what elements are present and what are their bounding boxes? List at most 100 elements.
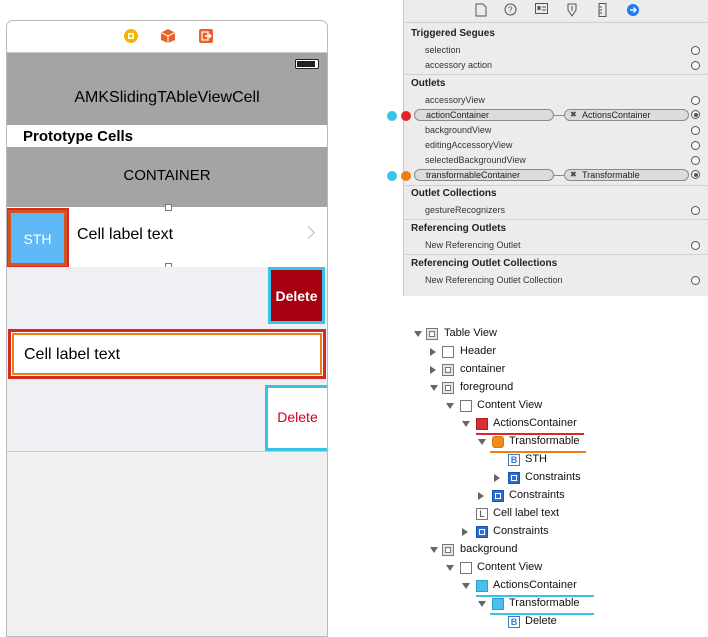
outlet-actioncontainer-connector[interactable] bbox=[691, 110, 700, 119]
table-view-icon bbox=[426, 328, 438, 340]
outlets-title: Outlets bbox=[411, 78, 446, 89]
outline-label: STH bbox=[525, 453, 547, 465]
gesturerecognizers-connector[interactable] bbox=[691, 206, 700, 215]
disclosure-open-icon[interactable] bbox=[478, 439, 486, 445]
segue-selection: selection bbox=[425, 45, 461, 55]
delete-button-red[interactable]: Delete bbox=[268, 267, 325, 324]
table-cell-icon bbox=[442, 364, 454, 376]
divider-2 bbox=[404, 185, 708, 186]
button-icon: B bbox=[508, 616, 520, 628]
red-marker bbox=[401, 111, 411, 121]
triggered-segues-title: Triggered Segues bbox=[411, 28, 495, 39]
transformable-icon bbox=[492, 436, 504, 448]
outline-label: Constraints bbox=[493, 525, 549, 537]
prototype-cells-header: Prototype Cells bbox=[7, 125, 327, 147]
new-referencing-outlet-connector[interactable] bbox=[691, 241, 700, 250]
constraints-icon bbox=[476, 526, 488, 538]
disclosure-closed-icon[interactable] bbox=[462, 528, 468, 536]
disclosure-open-icon[interactable] bbox=[478, 601, 486, 607]
disclosure-open-icon[interactable] bbox=[462, 421, 470, 427]
delete-label: Delete bbox=[275, 288, 318, 304]
exit-icon[interactable] bbox=[198, 28, 214, 44]
new-referencing-outlet-collection-connector[interactable] bbox=[691, 276, 700, 285]
outlet-gesturerecognizers: gestureRecognizers bbox=[425, 205, 506, 215]
storyboard-scene[interactable]: AMKSlidingTAbleViewCell Prototype Cells … bbox=[6, 20, 328, 637]
outlet-collections-title: Outlet Collections bbox=[411, 188, 497, 199]
button-icon: B bbox=[508, 454, 520, 466]
disclosure-open-icon[interactable] bbox=[430, 385, 438, 391]
outlet-transformablecontainer[interactable]: transformableContainer bbox=[414, 169, 554, 181]
disclosure-closed-icon[interactable] bbox=[430, 348, 436, 356]
segue-selection-connector[interactable] bbox=[691, 46, 700, 55]
outline-label: ActionsContainer bbox=[493, 417, 577, 429]
actions-container-icon bbox=[476, 418, 488, 430]
constraints-icon bbox=[492, 490, 504, 502]
divider-3 bbox=[404, 219, 708, 220]
navigation-bar: AMKSlidingTAbleViewCell bbox=[7, 53, 327, 125]
document-outline: Table View Header container foreground C… bbox=[408, 324, 708, 637]
segue-accessory-action: accessory action bbox=[425, 60, 493, 70]
outline-label: Content View bbox=[477, 399, 543, 411]
cyan-marker-2 bbox=[387, 171, 397, 181]
cell-label[interactable]: Cell label text bbox=[77, 226, 173, 244]
outlet-selectedbackgroundview: selectedBackgroundView bbox=[425, 155, 526, 165]
actions-container-cell[interactable]: Cell label text bbox=[8, 329, 326, 379]
outline-label: Table View bbox=[444, 327, 497, 339]
first-responder-icon[interactable] bbox=[160, 28, 176, 44]
outline-label: Constraints bbox=[525, 471, 581, 483]
disconnect-icon[interactable]: ✖ bbox=[570, 110, 577, 120]
view-controller-icon[interactable] bbox=[123, 28, 139, 44]
disclosure-open-icon[interactable] bbox=[430, 547, 438, 553]
separator bbox=[7, 451, 327, 452]
connections-inspector: ? Triggered Segues selection accessory a… bbox=[403, 0, 708, 296]
outlet-actioncontainer-label: actionContainer bbox=[426, 110, 490, 120]
container-view[interactable]: CONTAINER bbox=[7, 147, 327, 207]
sth-label: STH bbox=[23, 231, 52, 247]
segue-accessory-connector[interactable] bbox=[691, 61, 700, 70]
outline-label: Header bbox=[460, 345, 497, 357]
cell2-label: Cell label text bbox=[24, 346, 121, 363]
connection-actionscontainer[interactable]: ✖ ActionsContainer bbox=[564, 109, 689, 121]
attributes-inspector-icon[interactable] bbox=[565, 3, 578, 17]
prototype-cell[interactable]: STH Cell label text bbox=[7, 207, 327, 268]
sth-button[interactable]: STH bbox=[7, 208, 69, 268]
disconnect-icon-2[interactable]: ✖ bbox=[570, 170, 577, 180]
outlet-editingaccessoryview: editingAccessoryView bbox=[425, 140, 513, 150]
outlet-editingaccessoryview-connector[interactable] bbox=[691, 141, 700, 150]
disclosure-closed-icon[interactable] bbox=[478, 492, 484, 500]
outlet-accessoryview-connector[interactable] bbox=[691, 96, 700, 105]
disclosure-closed-icon[interactable] bbox=[430, 366, 436, 374]
disclosure-open-icon[interactable] bbox=[462, 583, 470, 589]
resize-handle-top[interactable] bbox=[165, 204, 172, 211]
disclosure-open-icon[interactable] bbox=[446, 565, 454, 571]
disclosure-closed-icon[interactable] bbox=[494, 474, 500, 482]
new-referencing-outlet-collection: New Referencing Outlet Collection bbox=[425, 275, 563, 285]
delete-button-white[interactable]: Delete bbox=[265, 385, 327, 451]
connections-inspector-icon[interactable] bbox=[626, 3, 639, 17]
scene-dock bbox=[7, 21, 327, 53]
outlet-accessoryview: accessoryView bbox=[425, 95, 485, 105]
view-icon bbox=[460, 400, 472, 412]
connection-transformable[interactable]: ✖ Transformable bbox=[564, 169, 689, 181]
outline-label: container bbox=[460, 363, 506, 375]
connection-wire bbox=[554, 115, 564, 116]
outlet-actioncontainer[interactable]: actionContainer bbox=[414, 109, 554, 121]
constraints-icon bbox=[508, 472, 520, 484]
transformable-icon bbox=[492, 598, 504, 610]
outlet-backgroundview-connector[interactable] bbox=[691, 126, 700, 135]
disclosure-open-icon[interactable] bbox=[414, 331, 422, 337]
outlet-transformablecontainer-connector[interactable] bbox=[691, 170, 700, 179]
identity-inspector-icon[interactable] bbox=[535, 3, 548, 17]
file-inspector-icon[interactable] bbox=[474, 3, 487, 17]
referencing-outlet-collections-title: Referencing Outlet Collections bbox=[411, 258, 558, 269]
disclosure-open-icon[interactable] bbox=[446, 403, 454, 409]
size-inspector-icon[interactable] bbox=[596, 3, 609, 17]
connection-target-label-2: Transformable bbox=[582, 170, 640, 180]
outline-label: Content View bbox=[477, 561, 543, 573]
table-cell-icon bbox=[442, 544, 454, 556]
outline-label: Transformable bbox=[509, 435, 580, 447]
transformable-view[interactable]: Cell label text bbox=[12, 333, 322, 375]
help-icon[interactable]: ? bbox=[504, 3, 517, 17]
inspector-tabs: ? bbox=[404, 0, 708, 23]
outlet-selectedbackgroundview-connector[interactable] bbox=[691, 156, 700, 165]
